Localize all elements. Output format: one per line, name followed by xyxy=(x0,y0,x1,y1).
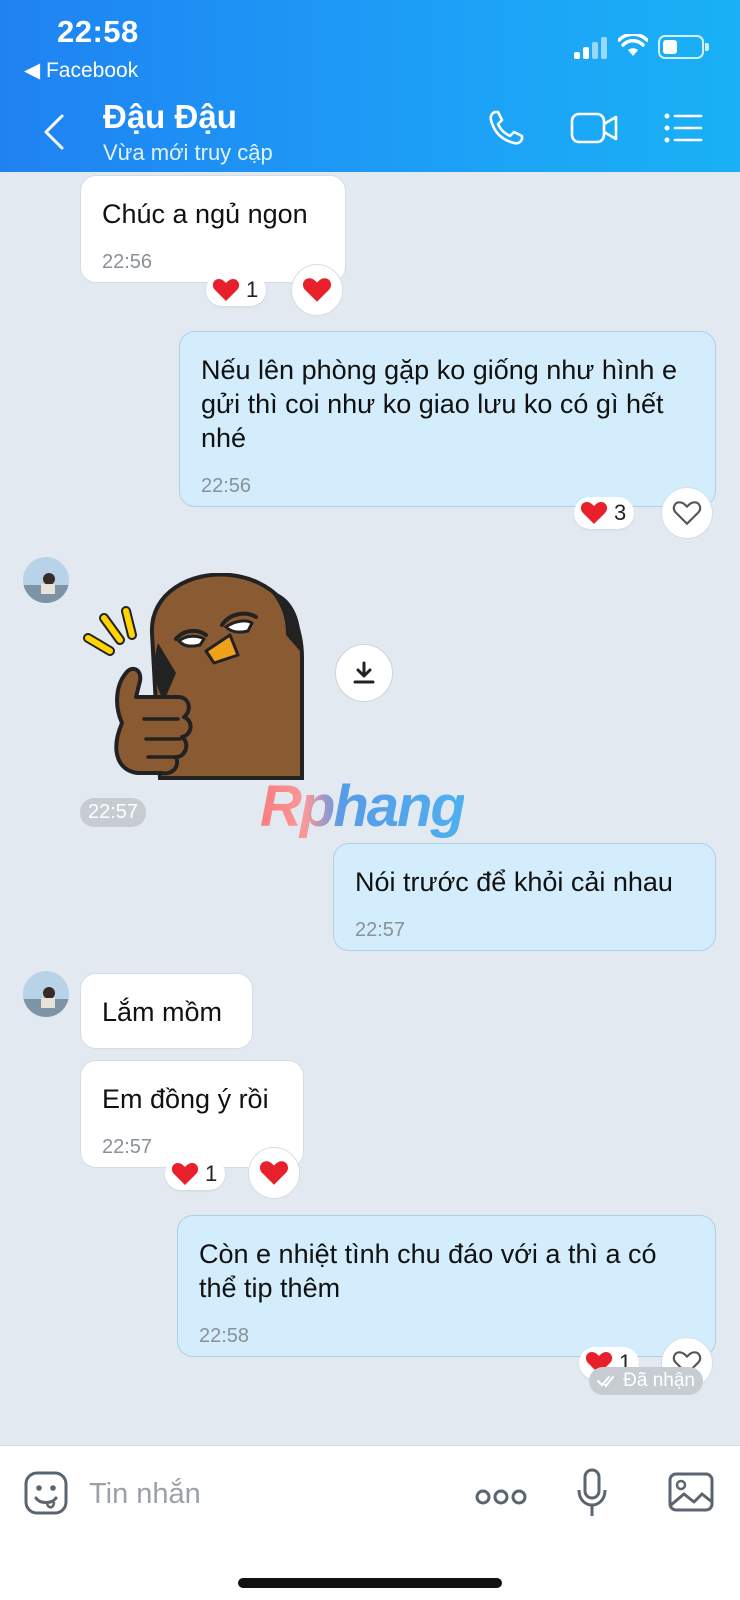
wifi-icon xyxy=(618,34,648,56)
message-bubble-incoming[interactable]: Lắm mồm xyxy=(80,973,253,1049)
avatar[interactable] xyxy=(23,557,69,603)
message-input[interactable]: Tin nhắn xyxy=(89,1478,201,1511)
message-text: Chúc a ngủ ngon xyxy=(102,199,308,229)
download-icon xyxy=(353,661,375,684)
heart-icon xyxy=(302,278,332,302)
avatar[interactable] xyxy=(23,971,69,1017)
react-button[interactable] xyxy=(248,1147,300,1199)
heart-icon xyxy=(580,502,608,524)
thumbs-up-bird-sticker[interactable] xyxy=(80,573,312,780)
reaction-count[interactable]: 1 xyxy=(206,274,267,306)
reaction-count[interactable]: 3 xyxy=(574,497,635,529)
voice-call-icon[interactable] xyxy=(486,108,526,148)
chat-header: 22:58 ◀ Facebook Đậu Đậu Vừa mới truy cậ… xyxy=(0,0,740,172)
heart-icon xyxy=(212,279,240,301)
reaction-count-value: 1 xyxy=(246,277,259,302)
message-time: 22:57 xyxy=(355,919,406,941)
message-text: Nếu lên phòng gặp ko giống như hình e gử… xyxy=(201,355,677,453)
message-bubble-outgoing[interactable]: Nói trước để khỏi cải nhau 22:57 xyxy=(333,843,716,951)
react-button[interactable] xyxy=(661,487,713,539)
watermark-logo: Rphang xyxy=(260,774,466,839)
message-bubble-outgoing[interactable]: Nếu lên phòng gặp ko giống như hình e gử… xyxy=(179,331,716,507)
message-bubble-outgoing[interactable]: Còn e nhiệt tình chu đáo với a thì a có … xyxy=(177,1215,716,1357)
message-text: Nói trước để khỏi cải nhau xyxy=(355,867,673,897)
reaction-count[interactable]: 1 xyxy=(165,1158,226,1190)
status-time: 22:58 xyxy=(57,14,139,49)
more-options-icon[interactable] xyxy=(475,1487,527,1507)
reaction-count-value: 1 xyxy=(205,1161,218,1186)
reaction-count-value: 3 xyxy=(614,500,627,525)
sticker-emoji-icon[interactable] xyxy=(24,1471,68,1515)
photo-gallery-icon[interactable] xyxy=(668,1472,714,1512)
back-arrow-icon[interactable] xyxy=(36,108,76,156)
received-status: Đã nhận xyxy=(589,1367,703,1395)
message-composer: Tin nhắn xyxy=(0,1445,740,1600)
home-indicator xyxy=(238,1578,502,1588)
message-text: Còn e nhiệt tình chu đáo với a thì a có … xyxy=(199,1239,657,1303)
microphone-icon[interactable] xyxy=(576,1468,608,1518)
react-button[interactable] xyxy=(291,264,343,316)
download-button[interactable] xyxy=(335,644,393,702)
menu-icon[interactable] xyxy=(663,108,703,148)
heart-outline-icon xyxy=(672,501,702,526)
contact-name[interactable]: Đậu Đậu xyxy=(103,98,237,136)
cellular-signal-icon xyxy=(574,37,608,59)
sticker-time: 22:57 xyxy=(80,798,147,827)
video-call-icon[interactable] xyxy=(570,108,620,148)
contact-status: Vừa mới truy cập xyxy=(103,140,273,165)
received-label: Đã nhận xyxy=(623,1370,695,1391)
double-check-icon xyxy=(597,1376,615,1388)
message-text: Em đồng ý rồi xyxy=(102,1084,269,1114)
back-to-facebook-link[interactable]: ◀ Facebook xyxy=(24,58,138,83)
battery-icon xyxy=(658,35,709,59)
message-text: Lắm mồm xyxy=(102,997,223,1027)
heart-icon xyxy=(259,1161,289,1185)
message-time: 22:56 xyxy=(102,251,153,273)
heart-icon xyxy=(171,1163,199,1185)
